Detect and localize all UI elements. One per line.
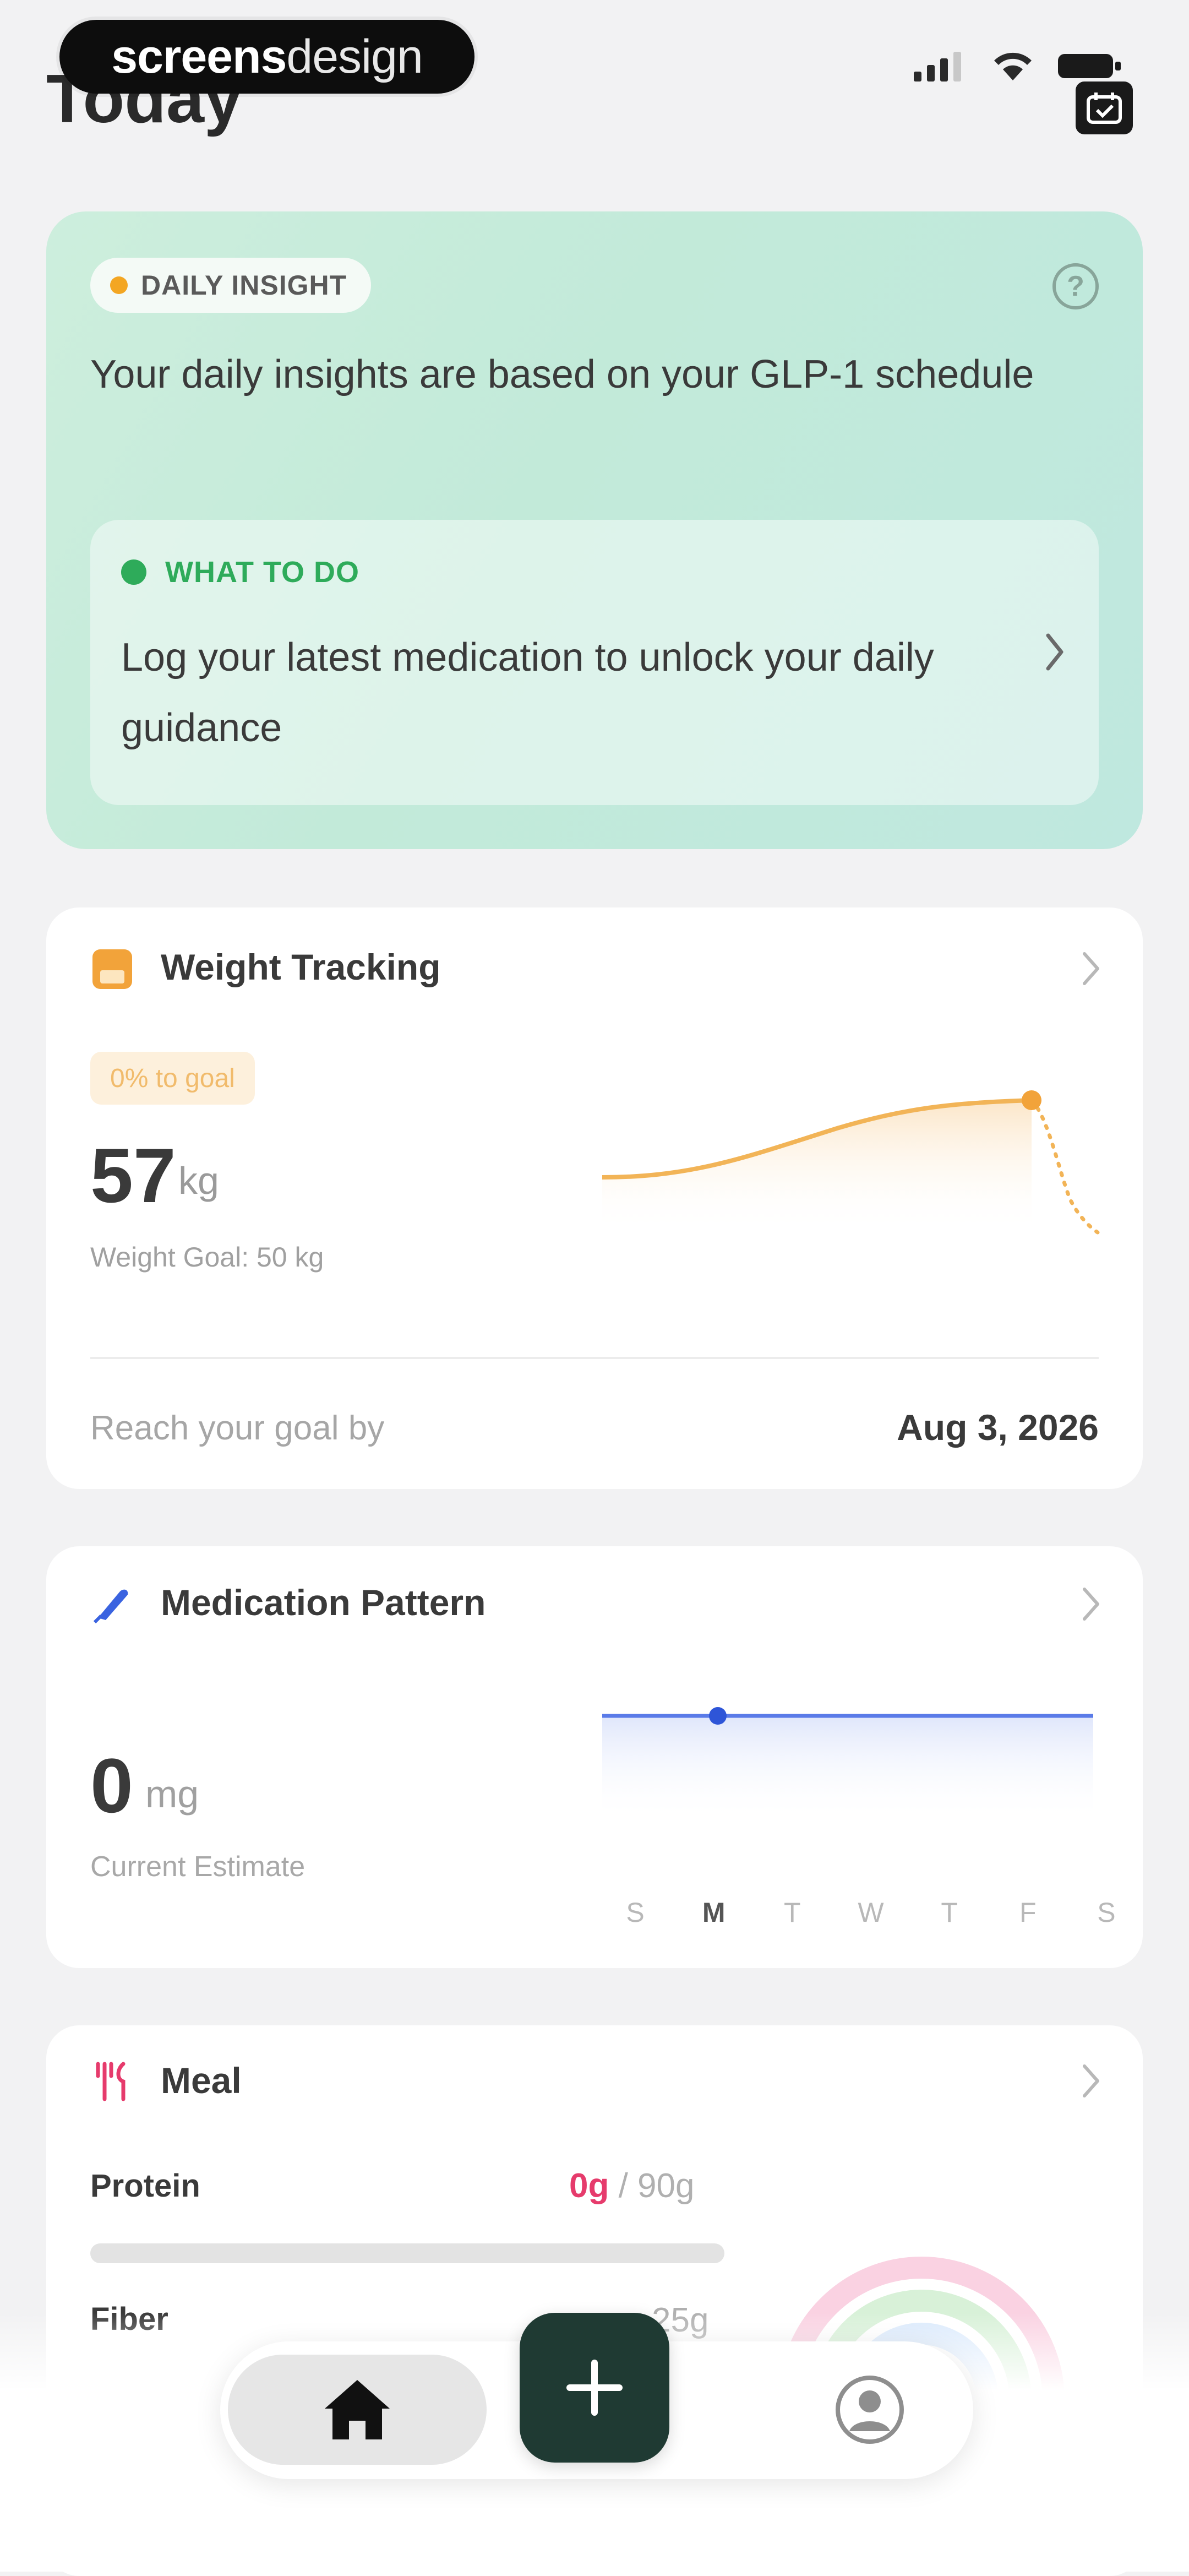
day-label: T	[784, 1897, 801, 1928]
protein-progress-bar	[90, 2243, 724, 2263]
reach-goal-label: Reach your goal by	[90, 1409, 385, 1447]
daily-insight-card: DAILY INSIGHT ? Your daily insights are …	[46, 211, 1143, 849]
medication-pattern-card[interactable]: Medication Pattern 0 mg Current Estimate…	[46, 1546, 1143, 1968]
plus-icon	[566, 2360, 623, 2416]
cellular-signal-icon	[914, 52, 961, 81]
medication-unit: mg	[145, 1773, 199, 1816]
chevron-right-icon[interactable]	[1080, 1585, 1102, 1623]
green-dot-icon	[121, 559, 146, 585]
protein-value: 0g / 90g	[569, 2166, 694, 2205]
day-label: F	[1019, 1897, 1037, 1928]
wifi-icon	[994, 52, 1032, 80]
medication-area	[602, 1716, 1093, 1820]
medication-week-chart	[602, 1707, 1093, 1820]
day-label: T	[941, 1897, 958, 1928]
what-to-do-header: WHAT TO DO	[121, 555, 359, 589]
goal-progress-badge: 0% to goal	[90, 1052, 255, 1105]
weight-tracking-title: Weight Tracking	[161, 947, 441, 987]
what-to-do-panel[interactable]: WHAT TO DO Log your latest medication to…	[90, 520, 1099, 805]
sparkle-icon	[110, 276, 128, 294]
profile-icon	[836, 2376, 904, 2444]
calendar-button[interactable]	[1076, 81, 1133, 134]
protein-current: 0g	[569, 2167, 609, 2205]
battery-icon	[1058, 54, 1121, 78]
reach-goal-date: Aug 3, 2026	[897, 1407, 1099, 1448]
weekday-axis: S M T W T F S	[602, 1896, 1139, 1928]
divider	[90, 1357, 1099, 1359]
medication-subtitle: Current Estimate	[90, 1851, 306, 1883]
syringe-icon	[93, 1589, 128, 1624]
day-label: S	[1097, 1897, 1116, 1928]
protein-goal: / 90g	[609, 2167, 695, 2205]
meal-title: Meal	[161, 2060, 242, 2101]
medication-point	[709, 1707, 727, 1725]
weight-unit: kg	[178, 1159, 219, 1202]
tab-home[interactable]	[228, 2355, 487, 2465]
medication-value: 0	[90, 1742, 133, 1829]
day-label: M	[702, 1897, 726, 1928]
weight-trend-area	[602, 1100, 1032, 1232]
day-label: W	[858, 1897, 884, 1928]
weight-projection-line	[1029, 1098, 1100, 1235]
protein-label: Protein	[90, 2168, 200, 2204]
add-button[interactable]	[520, 2313, 669, 2463]
status-bar	[914, 50, 1123, 83]
weight-trend-chart	[602, 1090, 1100, 1235]
home-icon	[325, 2380, 390, 2439]
current-weight-point	[1022, 1090, 1041, 1110]
weight-value: 57	[90, 1132, 176, 1219]
fork-knife-icon	[96, 2062, 126, 2101]
medication-pattern-title: Medication Pattern	[161, 1582, 486, 1623]
insight-text: Your daily insights are based on your GL…	[90, 352, 1034, 396]
watermark-badge: screens design	[59, 20, 474, 94]
daily-insight-label: DAILY INSIGHT	[141, 270, 347, 301]
tab-profile[interactable]	[771, 2355, 969, 2465]
weight-tracking-card[interactable]: Weight Tracking 0% to goal 57 kg Weight …	[46, 907, 1143, 1489]
scale-icon	[92, 949, 132, 989]
weight-goal-text: Weight Goal: 50 kg	[90, 1242, 324, 1273]
help-icon[interactable]: ?	[1052, 263, 1099, 309]
chevron-right-icon[interactable]	[1080, 949, 1102, 988]
daily-insight-badge: DAILY INSIGHT	[90, 258, 372, 313]
watermark-bold: screens	[111, 30, 287, 83]
chevron-right-icon	[1046, 633, 1063, 671]
calendar-check-icon	[1087, 93, 1122, 124]
what-to-do-label: WHAT TO DO	[165, 556, 359, 589]
what-to-do-text: Log your latest medication to unlock you…	[121, 635, 934, 750]
watermark-light: design	[286, 30, 423, 83]
chevron-right-icon[interactable]	[1080, 2062, 1102, 2100]
day-label: S	[626, 1897, 645, 1928]
